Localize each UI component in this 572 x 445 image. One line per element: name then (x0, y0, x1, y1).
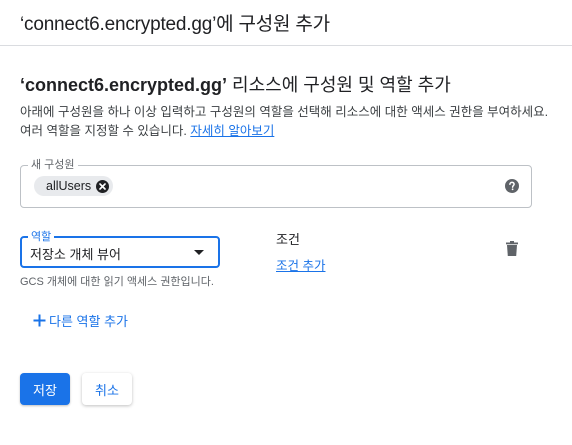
section-heading: ‘connect6.encrypted.gg’ 리소스에 구성원 및 역할 추가 (20, 71, 451, 97)
description-text: 아래에 구성원을 하나 이상 입력하고 구성원의 역할을 선택해 리소스에 대한… (20, 105, 549, 138)
resource-name: ‘connect6.encrypted.gg’ (20, 75, 228, 95)
member-chip-label: allUsers (46, 179, 92, 193)
add-another-role-label: 다른 역할 추가 (49, 314, 128, 329)
caret-down-icon[interactable] (194, 250, 204, 255)
save-button[interactable]: 저장 (20, 373, 70, 405)
add-another-role-button[interactable]: 다른 역할 추가 (33, 311, 128, 330)
role-selected-value[interactable]: 저장소 개체 뷰어 (30, 244, 121, 263)
condition-label: 조건 (276, 232, 300, 247)
learn-more-link[interactable]: 자세히 알아보기 (190, 124, 274, 138)
title-divider (0, 45, 572, 46)
description: 아래에 구성원을 하나 이상 입력하고 구성원의 역할을 선택해 리소스에 대한… (20, 103, 550, 141)
dialog-title: ‘connect6.encrypted.gg’에 구성원 추가 (20, 14, 330, 35)
trash-icon[interactable] (506, 241, 518, 256)
heading-suffix: 리소스에 구성원 및 역할 추가 (227, 75, 451, 95)
help-circle-icon[interactable] (505, 179, 519, 193)
member-chip: allUsers (34, 176, 114, 196)
close-circle-icon[interactable] (96, 179, 110, 193)
role-label: 역할 (28, 228, 55, 244)
cancel-button[interactable]: 취소 (82, 373, 132, 405)
add-condition-link[interactable]: 조건 추가 (276, 255, 325, 274)
new-members-label: 새 구성원 (28, 156, 78, 172)
role-helper-text: GCS 개체에 대한 읽기 액세스 권한입니다. (20, 276, 214, 288)
plus-icon (33, 314, 46, 327)
